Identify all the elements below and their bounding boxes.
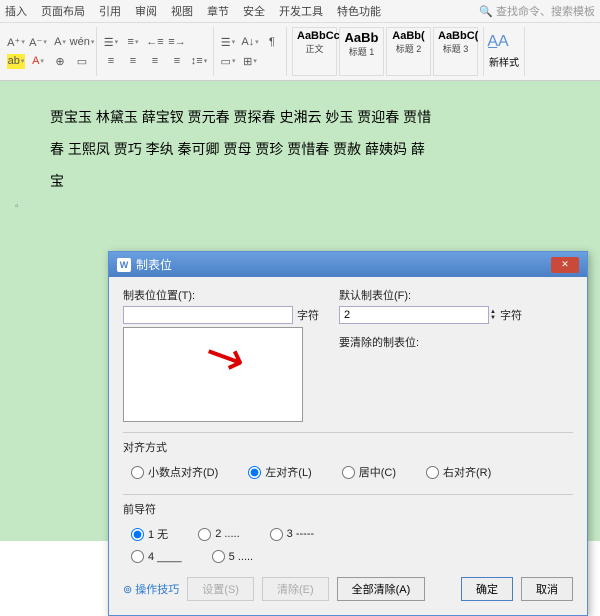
align-left[interactable]: 左对齐(L)	[248, 464, 311, 480]
style-body[interactable]: AaBbCc正文	[292, 27, 337, 76]
align-right-icon[interactable]: ≡	[146, 54, 164, 69]
font-color-icon[interactable]: A	[29, 54, 47, 69]
dialog-title: 制表位	[136, 256, 172, 273]
default-input[interactable]	[339, 306, 489, 324]
reading-layout-icon[interactable]: ☰	[219, 35, 237, 50]
leader-4[interactable]: 4 ____	[131, 550, 182, 563]
close-icon[interactable]: ✕	[551, 257, 579, 273]
menu-security[interactable]: 安全	[243, 3, 265, 19]
new-style-icon[interactable]: A̲A	[489, 35, 507, 50]
leader-2[interactable]: 2 .....	[198, 526, 239, 542]
position-list[interactable]: ↘	[123, 327, 303, 422]
menu-layout[interactable]: 页面布局	[41, 3, 85, 19]
menu-features[interactable]: 特色功能	[337, 3, 381, 19]
align-justify-icon[interactable]: ≡	[168, 54, 186, 69]
align-decimal[interactable]: 小数点对齐(D)	[131, 464, 218, 480]
cancel-button[interactable]: 取消	[521, 577, 573, 601]
decrease-indent-icon[interactable]: ←≡	[146, 35, 164, 50]
clear-all-button[interactable]: 全部清除(A)	[337, 577, 426, 601]
sort-icon[interactable]: A↓	[241, 35, 259, 50]
change-case-icon[interactable]: A	[51, 35, 69, 50]
highlight-icon[interactable]: ab	[7, 54, 25, 69]
leader-3[interactable]: 3 -----	[270, 526, 315, 542]
arrow-annotation: ↘	[194, 322, 254, 390]
document-text: 贾宝玉 林黛玉 薛宝钗 贾元春 贾探春 史湘云 妙玉 贾迎春 贾惜 春 王熙凤 …	[50, 101, 550, 198]
border-icon[interactable]: ⊞	[241, 54, 259, 69]
position-unit: 字符	[297, 307, 319, 323]
number-list-icon[interactable]: ≡	[124, 35, 142, 50]
tab-stops-dialog: W 制表位 ✕ 制表位位置(T): 字符 ↘ 默认制表位(F):	[108, 251, 588, 616]
menu-section[interactable]: 章节	[207, 3, 229, 19]
bullet-list-icon[interactable]: ☰	[102, 35, 120, 50]
menu-reference[interactable]: 引用	[99, 3, 121, 19]
tips-link[interactable]: 操作技巧	[123, 581, 179, 597]
style-h3[interactable]: AaBbC(标题 3	[433, 27, 478, 76]
style-h2[interactable]: AaBb(标题 2	[386, 27, 431, 76]
border-char-icon[interactable]: ▭	[73, 54, 91, 69]
menu-insert[interactable]: 插入	[5, 3, 27, 19]
clear-label: 要清除的制表位:	[339, 334, 573, 350]
increase-indent-icon[interactable]: ≡→	[168, 35, 186, 50]
document-area[interactable]: ▫ 贾宝玉 林黛玉 薛宝钗 贾元春 贾探春 史湘云 妙玉 贾迎春 贾惜 春 王熙…	[0, 81, 600, 541]
align-center[interactable]: 居中(C)	[342, 464, 396, 480]
search-input[interactable]: 🔍 查找命令、搜索模板	[479, 3, 595, 19]
show-marks-icon[interactable]: ¶	[263, 35, 281, 50]
default-unit: 字符	[500, 307, 522, 323]
ok-button[interactable]: 确定	[461, 577, 513, 601]
alignment-section: 对齐方式	[123, 432, 573, 455]
leader-1[interactable]: 1 无	[131, 526, 168, 542]
shading-icon[interactable]: ▭	[219, 54, 237, 69]
pinyin-icon[interactable]: wén	[73, 35, 91, 50]
font-decrease-icon[interactable]: A⁻	[29, 35, 47, 50]
position-input[interactable]	[123, 306, 293, 324]
font-increase-icon[interactable]: A⁺	[7, 35, 25, 50]
menu-review[interactable]: 审阅	[135, 3, 157, 19]
leader-section: 前导符	[123, 494, 573, 517]
align-right[interactable]: 右对齐(R)	[426, 464, 491, 480]
set-button[interactable]: 设置(S)	[187, 577, 254, 601]
align-center-icon[interactable]: ≡	[124, 54, 142, 69]
default-label: 默认制表位(F):	[339, 287, 573, 303]
menu-devtools[interactable]: 开发工具	[279, 3, 323, 19]
line-spacing-icon[interactable]: ↕≡	[190, 54, 208, 69]
position-label: 制表位位置(T):	[123, 287, 323, 303]
app-logo-icon: W	[117, 258, 131, 272]
leader-5[interactable]: 5 .....	[212, 550, 253, 563]
clear-button[interactable]: 清除(E)	[262, 577, 329, 601]
page-icon: ▫	[15, 201, 29, 215]
style-h1[interactable]: AaBb标题 1	[339, 27, 384, 76]
new-style-label: 新样式	[489, 54, 519, 69]
menu-view[interactable]: 视图	[171, 3, 193, 19]
ribbon: A⁺ A⁻ A wén ab A ⊕ ▭ ☰ ≡ ←≡ ≡→ ≡ ≡ ≡ ≡ ↕…	[0, 23, 600, 81]
align-left-icon[interactable]: ≡	[102, 54, 120, 69]
circled-char-icon[interactable]: ⊕	[51, 54, 69, 69]
